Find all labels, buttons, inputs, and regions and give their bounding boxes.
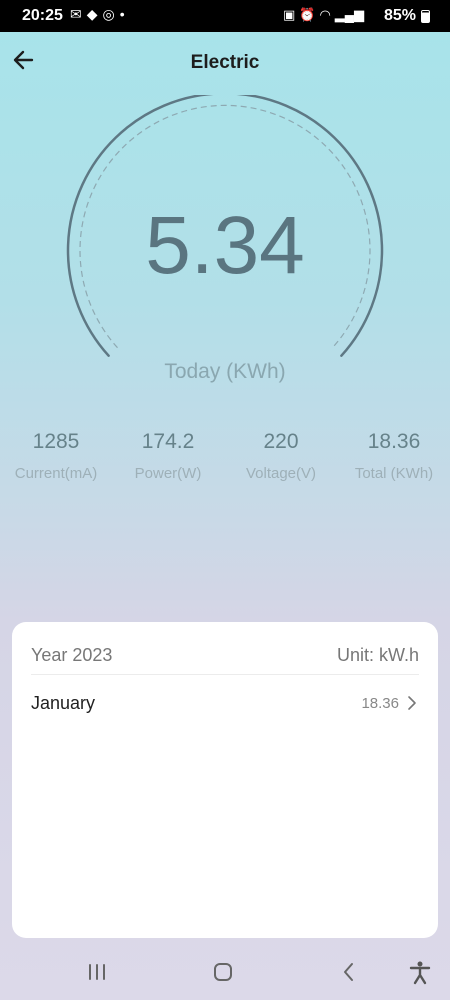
unit-label: Unit: kW.h [336, 645, 419, 665]
month-name: January [31, 693, 96, 713]
stats-row: 1285 Current(mA) 174.2 Power(W) 220 Volt… [0, 430, 450, 490]
stat-label: Power(W) [134, 465, 202, 482]
stat-power: 174.2 Power(W) [112, 430, 224, 482]
today-energy-label: Today (KWh) [164, 360, 286, 383]
stat-value: 1285 [32, 430, 80, 453]
stat-voltage: 220 Voltage(V) [225, 430, 337, 482]
recent-apps-icon [89, 964, 105, 980]
home-button[interactable] [209, 958, 237, 986]
home-icon [214, 963, 232, 981]
system-nav-bar [0, 944, 450, 1000]
nfc-icon: ▣ [282, 7, 296, 22]
page-title: Electric [190, 52, 260, 73]
accessibility-button[interactable] [406, 958, 434, 986]
battery-icon [421, 10, 430, 23]
chevron-right-icon [408, 696, 416, 710]
stat-current: 1285 Current(mA) [0, 430, 112, 482]
year-label: Year 2023 [31, 645, 113, 665]
status-time: 20:25 [22, 7, 63, 24]
month-value: 18.36 [361, 695, 399, 712]
stat-label: Current(mA) [14, 465, 98, 482]
wifi-icon: ◠ [319, 7, 331, 22]
history-card: Year 2023 Unit: kW.h January 18.36 [12, 622, 438, 938]
system-back-button[interactable] [335, 958, 363, 986]
stat-value: 174.2 [141, 430, 195, 453]
stat-value: 18.36 [367, 430, 421, 453]
mail-icon: ✉ [70, 6, 82, 22]
status-bar: 20:25 ✉ ◆ ◎ • ▣ ⏰ ◠ ▂▄▆ 85% [0, 0, 450, 32]
gem-icon: ◆ [86, 6, 98, 22]
back-icon [344, 963, 353, 981]
stat-label: Total (KWh) [354, 465, 434, 482]
recent-apps-button[interactable] [83, 958, 111, 986]
stat-total: 18.36 Total (KWh) [338, 430, 450, 482]
accessibility-icon [409, 961, 431, 985]
signal-icon: ▂▄▆ [334, 7, 364, 22]
dot-icon: • [119, 6, 125, 22]
status-left-icons: ✉ ◆ ◎ • [70, 6, 125, 23]
alarm-icon: ⏰ [299, 7, 316, 22]
stat-label: Voltage(V) [245, 465, 317, 482]
today-energy-value: 5.34 [145, 200, 305, 291]
status-right-icons: ▣ ⏰ ◠ ▂▄▆ [283, 7, 364, 23]
history-header: Year 2023 Unit: kW.h [31, 622, 419, 675]
battery-percent: 85% [383, 7, 416, 24]
stat-value: 220 [263, 430, 299, 453]
month-row-january[interactable]: January 18.36 [31, 682, 419, 724]
sync-icon: ◎ [102, 6, 115, 22]
